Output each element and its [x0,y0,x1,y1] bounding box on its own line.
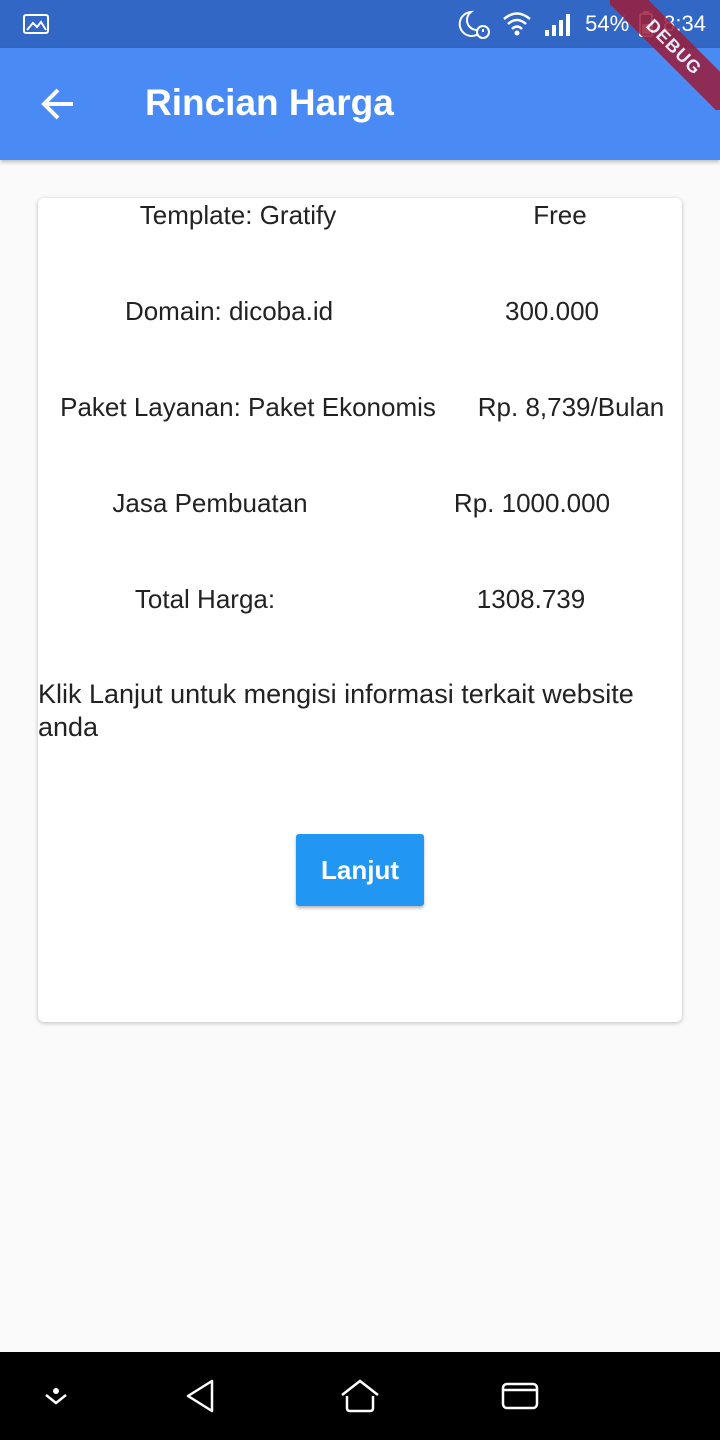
price-details-card: Template: Gratify Free Domain: dicoba.id… [38,198,682,1022]
image-icon [23,14,49,34]
nav-recents-button[interactable] [498,1374,542,1418]
price-row-value: Rp. 1000.000 [453,488,611,518]
price-row-value: Free [533,200,587,230]
status-bar: 54% 8:34 [0,0,720,48]
wifi-icon [503,12,531,36]
nav-dismiss-button[interactable] [34,1374,78,1418]
price-row-label: Jasa Pembuatan [112,488,308,518]
back-triangle-icon [186,1379,214,1413]
arrow-left-icon [41,88,73,120]
price-row-label: Template: Gratify [139,200,337,230]
price-row-label: Domain: dicoba.id [124,296,334,326]
price-row-label: Paket Layanan: Paket Ekonomis [60,392,436,422]
price-row-value: 300.000 [505,296,599,326]
clock: 8:34 [663,11,706,36]
price-row-total: Total Harga: 1308.739 [38,584,682,624]
moon-alarm-icon [458,10,491,39]
battery-percent: 54% [585,11,630,36]
home-icon [341,1379,379,1413]
price-row: Jasa Pembuatan Rp. 1000.000 [38,488,682,528]
nav-back-button[interactable] [178,1374,222,1418]
page-title: Rincian Harga [145,82,394,123]
nav-home-button[interactable] [338,1374,382,1418]
battery-icon [639,11,654,37]
price-row-value: Rp. 8,739/Bulan [477,392,665,422]
chevron-down-dot-icon [45,1388,67,1405]
continue-button[interactable]: Lanjut [296,834,424,906]
price-row: Paket Layanan: Paket Ekonomis Rp. 8,739/… [38,392,682,432]
price-row: Template: Gratify Free [38,200,682,240]
price-row: Domain: dicoba.id 300.000 [38,296,682,336]
total-value: 1308.739 [476,584,586,614]
instruction-text: Klik Lanjut untuk mengisi informasi terk… [38,679,634,742]
total-label: Total Harga: [134,584,276,614]
signal-icon [545,14,571,36]
app-bar: Rincian Harga [0,48,720,160]
system-nav-bar [0,1352,720,1440]
recents-icon [501,1382,539,1410]
back-button[interactable] [30,76,86,132]
